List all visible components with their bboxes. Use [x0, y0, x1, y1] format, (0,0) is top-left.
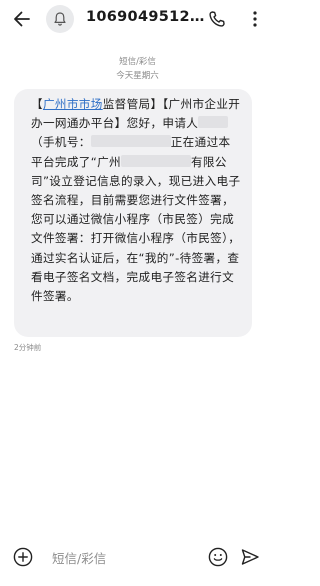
emoji-icon[interactable] [207, 546, 229, 568]
contact-name: 1069049512… [86, 9, 205, 25]
avatar[interactable] [46, 5, 74, 33]
more-vertical-icon[interactable] [245, 7, 265, 31]
phone-icon[interactable] [205, 7, 229, 31]
message-bubble[interactable]: 【广州市市场监督管局】【广州市企业开办一网通办平台】您好，申请人（手机号： 正在通… [14, 89, 252, 337]
message-type-label: 短信/彩信 [119, 57, 156, 67]
redacted-phone [90, 135, 171, 148]
back-arrow-icon[interactable] [10, 7, 34, 31]
message-text-part3: 有限公司”设立登记信息的录入，现已进入电子签名流程，目前需要您进行文件签署，您可… [31, 154, 241, 304]
message-phone-prefix: （手机号： [31, 135, 91, 150]
message-input[interactable] [52, 547, 192, 569]
top-bar: 1069049512… [0, 0, 275, 38]
message-greeting: 您好，申请人 [126, 116, 199, 131]
bell-icon [54, 12, 66, 26]
message-bracket: 【 [31, 97, 43, 111]
message-link[interactable]: 广州市市场 [43, 97, 103, 111]
redacted-company [120, 154, 191, 167]
redacted-name [198, 116, 229, 129]
send-icon[interactable] [239, 546, 261, 568]
add-icon[interactable] [12, 546, 34, 568]
composer-bar [0, 538, 275, 578]
message-time: 2分钟前 [14, 343, 42, 352]
date-label: 今天星期六 [116, 71, 159, 81]
